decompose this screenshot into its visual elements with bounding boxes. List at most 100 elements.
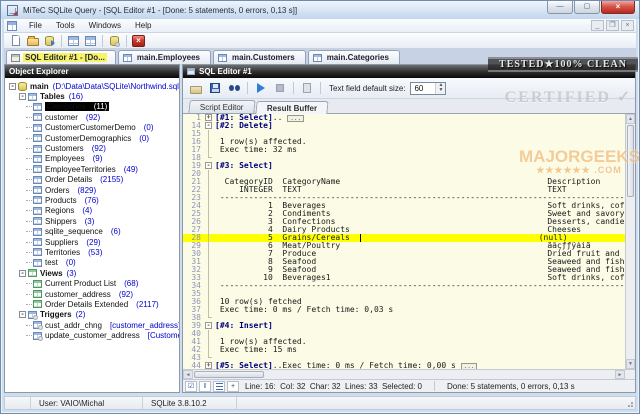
scroll-right-icon[interactable]: ► (615, 370, 625, 379)
tree-item-update-customer-address[interactable]: update_customer_address[Customers] (9, 330, 179, 340)
menu-item-help[interactable]: Help (128, 19, 158, 32)
editor-line[interactable]: 38 (183, 314, 625, 322)
editor-line[interactable]: 14-[#2: Delete] (183, 122, 625, 130)
resize-grip[interactable] (625, 399, 634, 408)
editor-line[interactable]: 1+[#1: Select].. ... (183, 114, 625, 122)
editor-line[interactable]: 17 Exec time: 32 ms (183, 146, 625, 154)
tree-item-customercustomerdemo[interactable]: CustomerCustomerDemo(0) (9, 123, 179, 133)
caret-icon[interactable]: I (199, 381, 211, 392)
tree-item-test[interactable]: test(0) (9, 258, 179, 268)
editor-line[interactable]: 21 CategoryID CategoryName Description (183, 178, 625, 186)
tree-item-shippers[interactable]: Shippers(3) (9, 216, 179, 226)
editor-line[interactable]: 19-[#3: Select] (183, 162, 625, 170)
editor-line[interactable]: 31 8 Seafood Seaweed and fish (183, 258, 625, 266)
tree-item-customers[interactable]: Customers(92) (9, 143, 179, 153)
editor-line[interactable]: 24 1 Beverages Soft drinks, coffees, (183, 202, 625, 210)
editor-line[interactable]: 39-[#4: Insert] (183, 322, 625, 330)
menu-item-tools[interactable]: Tools (49, 19, 82, 32)
editor-line[interactable]: 15 (183, 130, 625, 138)
result-buffer[interactable]: 1+[#1: Select].. ...14-[#2: Delete]1516 … (183, 114, 635, 369)
document-tab-main-customers[interactable]: main.Customers (213, 50, 306, 64)
editor-line[interactable]: 33 10 Beverages1 Soft drinks, coffees, (183, 274, 625, 282)
editor-line[interactable]: 32 9 Seafood Seaweed and fish (183, 266, 625, 274)
tree-item-sqlite-sequence[interactable]: sqlite_sequence(6) (9, 226, 179, 236)
tree-item-order-details[interactable]: Order Details(2155) (9, 175, 179, 185)
scroll-up-icon[interactable]: ▲ (626, 114, 635, 124)
tree-item-suppliers[interactable]: Suppliers(29) (9, 237, 179, 247)
vertical-scroll-thumb[interactable] (627, 125, 634, 197)
horizontal-scroll-thumb[interactable] (194, 371, 264, 378)
collapsed-fold-icon[interactable]: ... (287, 115, 304, 122)
maximize-button[interactable]: ▢ (574, 1, 600, 14)
editor-line[interactable]: 29 6 Meat/Poultry ãâçƒƒÿáíã (183, 242, 625, 250)
wordwrap-icon[interactable]: ☑ (185, 381, 197, 392)
tab-script-editor[interactable]: Script Editor (188, 100, 255, 113)
menu-item-windows[interactable]: Windows (82, 19, 128, 32)
find-button[interactable] (225, 80, 243, 96)
tree-item-categories[interactable]: Categories(11) (9, 102, 179, 112)
editor-line[interactable]: 36 10 row(s) fetched (183, 298, 625, 306)
fold-toggle-icon[interactable]: + (205, 114, 212, 121)
close-red-button[interactable]: × (130, 34, 147, 48)
tree-item-employeeterritories[interactable]: EmployeeTerritories(49) (9, 164, 179, 174)
document-tab-main-employees[interactable]: main.Employees (118, 50, 211, 64)
editor-line[interactable]: 18 (183, 154, 625, 162)
editor-line[interactable]: 20 (183, 170, 625, 178)
collapse-icon[interactable]: - (9, 83, 16, 90)
fold-toggle-icon[interactable]: - (205, 162, 212, 169)
editor-line[interactable]: 30 7 Produce Dried fruit and bean (183, 250, 625, 258)
export-button[interactable] (298, 80, 316, 96)
editor-line[interactable]: 16 1 row(s) affected. (183, 138, 625, 146)
tree-item-order-details-extended[interactable]: Order Details Extended(2117) (9, 299, 179, 309)
tree-item-customer[interactable]: customer(92) (9, 112, 179, 122)
tree-item-regions[interactable]: Regions(4) (9, 206, 179, 216)
tree-item-territories[interactable]: Territories(53) (9, 247, 179, 257)
new-file-button[interactable] (7, 34, 24, 48)
fold-toggle-icon[interactable]: - (205, 322, 212, 329)
editor-line[interactable]: 34 -------------------------------------… (183, 282, 625, 290)
editor-line[interactable]: 23 -------------------------------------… (183, 194, 625, 202)
editor-line[interactable]: 35 (183, 290, 625, 298)
editor-line[interactable]: 43 (183, 354, 625, 362)
open-folder-button[interactable] (24, 34, 41, 48)
menu-item-file[interactable]: File (22, 19, 49, 32)
tab-result-buffer[interactable]: Result Buffer (255, 101, 329, 114)
stop-button[interactable] (271, 80, 289, 96)
sql-editor-button[interactable] (65, 34, 82, 48)
tree-item-orders[interactable]: Orders(829) (9, 185, 179, 195)
mdi-restore-button[interactable]: ❐ (606, 20, 619, 31)
editor-line[interactable]: 22 INTEGER TEXT TEXT (183, 186, 625, 194)
editor-line[interactable]: 41 1 row(s) affected. (183, 338, 625, 346)
editor-line[interactable]: 27 4 Dairy Products Cheeses (183, 226, 625, 234)
document-tab-sql-editor-1-do-[interactable]: SQL Editor #1 - [Do... (6, 50, 116, 64)
tree-item-employees[interactable]: Employees(9) (9, 154, 179, 164)
editor-line[interactable]: 40 (183, 330, 625, 338)
text-field-size-spinner[interactable]: 60 ▲▼ (410, 82, 446, 95)
scroll-down-icon[interactable]: ▼ (626, 359, 635, 369)
save-button[interactable] (206, 80, 224, 96)
scroll-left-icon[interactable]: ◄ (183, 370, 193, 379)
document-tab-main-categories[interactable]: main.Categories (308, 50, 400, 64)
spin-down-icon[interactable]: ▼ (436, 88, 445, 94)
close-button[interactable]: × (601, 1, 635, 14)
editor-line[interactable]: 37 Exec time: 0 ms / Fetch time: 0,03 s (183, 306, 625, 314)
expand-icon[interactable]: + (227, 381, 239, 392)
run-button[interactable] (252, 80, 270, 96)
tree-root-main[interactable]: -main(D:\Data\Data\SQLite\Northwind.sqli… (9, 81, 179, 91)
tree-item-customer-address[interactable]: customer_address(92) (9, 289, 179, 299)
collapse-icon[interactable]: - (19, 311, 26, 318)
mdi-close-button[interactable]: × (621, 20, 634, 31)
open-folder-button[interactable] (187, 80, 205, 96)
tree-item-products[interactable]: Products(76) (9, 195, 179, 205)
collapse-icon[interactable]: - (19, 93, 26, 100)
vertical-scrollbar[interactable]: ▲ ▼ (625, 114, 635, 369)
list-icon[interactable] (213, 381, 225, 392)
horizontal-scrollbar[interactable]: ◄ ► (183, 369, 635, 379)
minimize-button[interactable]: — (547, 1, 573, 14)
fold-toggle-icon[interactable]: + (205, 362, 212, 369)
fold-toggle-icon[interactable]: - (205, 122, 212, 129)
tree-item-cust-addr-chng[interactable]: cust_addr_chng[customer_address] (9, 320, 179, 330)
mdi-minimize-button[interactable]: _ (591, 20, 604, 31)
editor-line[interactable]: 26 3 Confections Desserts, candies, an (183, 218, 625, 226)
export-database-button[interactable] (41, 34, 58, 48)
